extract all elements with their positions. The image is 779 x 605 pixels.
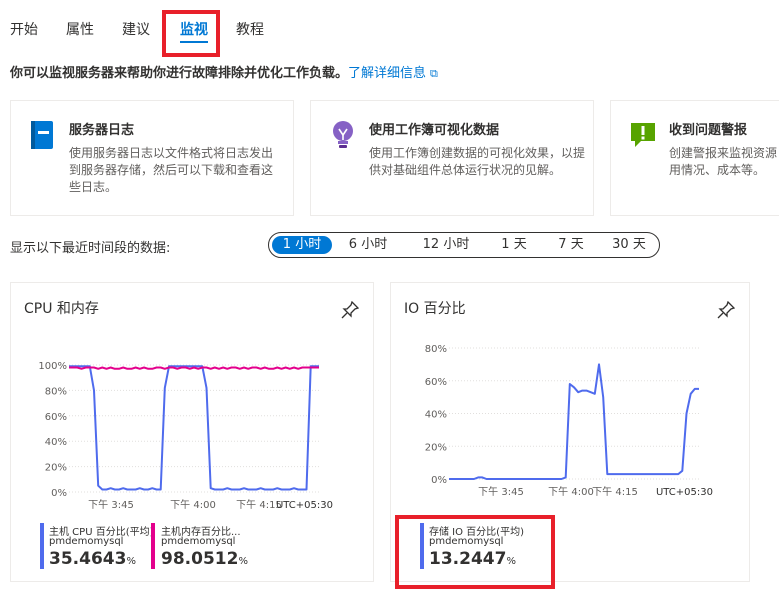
y-tick-label: 60% (425, 377, 447, 388)
x-tick-label: 下午 4:00 (170, 498, 216, 511)
series-line (69, 365, 319, 491)
learn-more-link[interactable]: 了解详细信息 ⧉ (348, 66, 438, 81)
x-tick-label: 下午 4:15 (592, 485, 638, 498)
legend-resource-cpu: pmdemomysql (49, 536, 124, 547)
series-line (69, 366, 319, 370)
legend-value-memory: 98.0512% (161, 549, 248, 569)
pin-icon[interactable] (717, 301, 735, 319)
monitoring-description: 你可以监视服务器来帮助你进行故障排除并优化工作负载。了解详细信息 ⧉ (10, 62, 438, 81)
time-option-6h[interactable]: 6 小时 (335, 236, 401, 254)
series-line (449, 363, 699, 480)
x-tick-label: 下午 4:15 (236, 498, 282, 511)
y-tick-label: 20% (425, 442, 447, 453)
time-option-1d[interactable]: 1 天 (487, 236, 541, 254)
description-text: 你可以监视服务器来帮助你进行故障排除并优化工作负载。 (10, 66, 349, 81)
highlight-box-io-legend (395, 515, 555, 589)
time-option-12h[interactable]: 12 小时 (409, 236, 483, 254)
card-server-logs[interactable]: 服务器日志 使用服务器日志以文件格式将日志发出到服务器存储，然后可以下载和查看这… (10, 100, 294, 216)
y-tick-label: 0% (431, 475, 447, 486)
card-title: 服务器日志 (69, 123, 135, 138)
tab-tutorials[interactable]: 教程 (236, 19, 264, 39)
card-title: 使用工作簿可视化数据 (369, 123, 500, 138)
chart-title: CPU 和内存 (24, 301, 99, 317)
chart-card-cpu-memory[interactable]: CPU 和内存 0% 20% 40% 60% 80% 100% 下午 3:45 下午 4:00… (10, 282, 374, 582)
legend-value-cpu: 35.4643% (49, 549, 136, 569)
card-body: 使用工作簿创建数据的可视化效果，以提供对基础组件总体运行状况的见解。 (369, 146, 586, 177)
alert-icon (631, 123, 655, 147)
y-tick-label: 80% (425, 344, 447, 355)
external-link-icon: ⧉ (430, 67, 438, 80)
x-tick-label: 下午 3:45 (88, 498, 134, 511)
tab-properties[interactable]: 属性 (66, 19, 94, 39)
card-alerts[interactable]: 收到问题警报 创建警报来监视资源用情况、成本等。 (610, 100, 779, 216)
y-tick-label: 100% (38, 361, 67, 372)
y-tick-label: 0% (51, 488, 67, 499)
pin-icon[interactable] (341, 301, 359, 319)
chart-title: IO 百分比 (404, 301, 466, 317)
time-option-1h[interactable]: 1 小时 (272, 236, 332, 254)
legend-resource-memory: pmdemomysql (161, 536, 236, 547)
tab-bar: 开始 属性 建议 监视 教程 (0, 0, 779, 58)
card-title: 收到问题警报 (669, 123, 748, 138)
time-range-label: 显示以下最近时间段的数据: (10, 241, 171, 256)
y-tick-label: 40% (425, 410, 447, 421)
book-icon (31, 121, 53, 149)
timezone-label: UTC+05:30 (276, 500, 333, 511)
time-option-30d[interactable]: 30 天 (601, 236, 657, 254)
card-body: 创建警报来监视资源用情况、成本等。 (669, 146, 778, 177)
y-tick-label: 80% (45, 386, 67, 397)
card-workbooks[interactable]: 使用工作簿可视化数据 使用工作簿创建数据的可视化效果，以提供对基础组件总体运行状… (310, 100, 594, 216)
timezone-label: UTC+05:30 (656, 487, 713, 498)
legend-color-memory (151, 523, 155, 569)
highlight-box-tab (162, 10, 220, 57)
x-tick-label: 下午 4:00 (548, 485, 594, 498)
y-tick-label: 40% (45, 437, 67, 448)
y-tick-label: 60% (45, 412, 67, 423)
time-range-selector: 1 小时 6 小时 12 小时 1 天 7 天 30 天 (268, 232, 660, 258)
tab-start[interactable]: 开始 (10, 19, 38, 39)
tab-recommendations[interactable]: 建议 (122, 19, 150, 39)
time-option-7d[interactable]: 7 天 (545, 236, 597, 254)
x-tick-label: 下午 3:45 (478, 485, 524, 498)
y-tick-label: 20% (45, 463, 67, 474)
legend-color-cpu (40, 523, 44, 569)
lightbulb-icon (333, 121, 353, 148)
card-body: 使用服务器日志以文件格式将日志发出到服务器存储，然后可以下载和查看这些日志。 (69, 146, 274, 194)
